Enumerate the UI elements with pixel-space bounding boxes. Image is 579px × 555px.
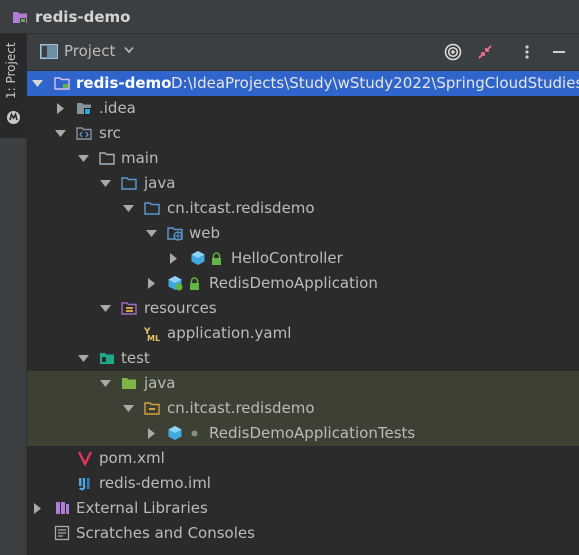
tree-row-java-test[interactable]: java xyxy=(27,371,579,396)
project-tree[interactable]: redis-demo D:\IdeaProjects\Study\wStudy2… xyxy=(27,71,579,555)
window-title: redis-demo xyxy=(35,7,131,26)
module-folder-icon xyxy=(54,77,70,90)
expanded-arrow-icon[interactable] xyxy=(123,403,134,414)
test-source-folder-icon xyxy=(122,378,136,389)
library-icon xyxy=(56,502,69,514)
tree-label-java-main: java xyxy=(144,174,176,192)
tree-row-iml[interactable]: redis-demo.iml xyxy=(27,471,579,496)
lock-icon xyxy=(190,277,199,290)
tree-label-web: web xyxy=(189,224,221,242)
collapsed-arrow-icon[interactable] xyxy=(168,253,179,264)
tree-label-app-class: RedisDemoApplication xyxy=(209,274,378,292)
scratches-icon xyxy=(54,525,70,541)
resources-folder-icon xyxy=(121,302,137,315)
tree-row-idea[interactable]: .idea xyxy=(27,96,579,121)
tree-label-idea: .idea xyxy=(99,99,136,117)
tree-row-package-main[interactable]: cn.itcast.redisdemo xyxy=(27,196,579,221)
tree-row-root[interactable]: redis-demo D:\IdeaProjects\Study\wStudy2… xyxy=(27,71,579,96)
web-package-icon xyxy=(167,227,183,241)
package-folder-icon xyxy=(144,402,160,415)
tree-row-main[interactable]: main xyxy=(27,146,579,171)
test-class-icon xyxy=(168,426,182,440)
title-bar: redis-demo xyxy=(0,0,579,34)
tree-row-src[interactable]: src xyxy=(27,121,579,146)
source-root-folder-icon xyxy=(76,127,92,140)
project-tab-icon xyxy=(7,111,20,124)
maven-file-icon xyxy=(77,451,93,466)
tree-row-test[interactable]: test xyxy=(27,346,579,371)
root-module-path: D:\IdeaProjects\Study\wStudy2022\SpringC… xyxy=(171,74,579,92)
folder-icon xyxy=(99,152,115,165)
tree-row-app-yaml[interactable]: Y ML application.yaml xyxy=(27,321,579,346)
tree-row-scratches[interactable]: Scratches and Consoles xyxy=(27,521,579,546)
tree-label-package-test: cn.itcast.redisdemo xyxy=(167,399,315,417)
yaml-file-icon: Y ML xyxy=(144,327,160,341)
expanded-arrow-icon[interactable] xyxy=(78,353,89,364)
collapsed-arrow-icon[interactable] xyxy=(146,428,157,439)
expanded-arrow-icon[interactable] xyxy=(55,128,66,139)
more-vertical-icon xyxy=(525,45,529,59)
project-folder-icon xyxy=(13,11,27,23)
idea-folder-icon xyxy=(77,103,91,115)
expanded-arrow-icon[interactable] xyxy=(123,203,134,214)
tree-label-src: src xyxy=(99,124,121,142)
tree-label-pom: pom.xml xyxy=(99,449,165,467)
expanded-arrow-icon[interactable] xyxy=(100,178,111,189)
expanded-arrow-icon[interactable] xyxy=(100,303,111,314)
svg-text:ML: ML xyxy=(147,334,160,341)
tree-label-hello-controller: HelloController xyxy=(231,249,343,267)
chevron-down-icon[interactable] xyxy=(124,46,134,54)
collapsed-arrow-icon[interactable] xyxy=(55,103,66,114)
collapse-icon xyxy=(478,45,492,59)
root-module-name: redis-demo xyxy=(76,74,172,92)
source-folder-icon xyxy=(121,177,137,190)
test-folder-icon xyxy=(100,353,114,364)
project-tool-window-header: Project xyxy=(27,34,579,71)
tree-label-test: test xyxy=(121,349,150,367)
expanded-arrow-icon[interactable] xyxy=(32,78,43,89)
hide-tool-window-button[interactable] xyxy=(550,43,568,61)
options-menu-button[interactable] xyxy=(518,43,536,61)
tree-row-hello-controller[interactable]: HelloController xyxy=(27,246,579,271)
tree-label-external-libraries: External Libraries xyxy=(76,499,208,517)
tree-label-package-main: cn.itcast.redisdemo xyxy=(167,199,315,217)
tree-label-iml: redis-demo.iml xyxy=(99,474,211,492)
iml-file-icon xyxy=(79,478,90,491)
tree-row-java-main[interactable]: java xyxy=(27,171,579,196)
tree-row-pom[interactable]: pom.xml xyxy=(27,446,579,471)
project-tab-label: 1: Project xyxy=(4,42,18,99)
target-icon xyxy=(444,43,462,61)
tree-label-scratches: Scratches and Consoles xyxy=(76,524,255,542)
spring-boot-class-icon xyxy=(168,276,183,291)
select-opened-file-button[interactable] xyxy=(444,43,462,61)
package-folder-icon xyxy=(144,202,160,215)
lock-icon xyxy=(212,252,221,265)
tree-row-resources[interactable]: resources xyxy=(27,296,579,321)
minimize-icon xyxy=(553,51,565,53)
collapse-all-button[interactable] xyxy=(476,43,494,61)
tree-row-app-class[interactable]: RedisDemoApplication xyxy=(27,271,579,296)
package-private-dot-icon xyxy=(191,430,198,437)
left-tool-strip: 1: Project xyxy=(0,34,27,555)
tree-label-main: main xyxy=(121,149,159,167)
tree-label-java-test: java xyxy=(144,374,176,392)
collapsed-arrow-icon[interactable] xyxy=(146,278,157,289)
tree-row-web[interactable]: web xyxy=(27,221,579,246)
expanded-arrow-icon[interactable] xyxy=(78,153,89,164)
tree-label-app-yaml: application.yaml xyxy=(167,324,292,342)
expanded-arrow-icon[interactable] xyxy=(100,378,111,389)
class-icon xyxy=(191,251,205,265)
project-view-selector[interactable]: Project xyxy=(64,42,115,60)
tree-label-resources: resources xyxy=(144,299,217,317)
project-tool-tab[interactable]: 1: Project xyxy=(0,34,27,138)
collapsed-arrow-icon[interactable] xyxy=(32,503,43,514)
project-view-icon xyxy=(40,44,58,59)
tree-row-test-class[interactable]: RedisDemoApplicationTests xyxy=(27,421,579,446)
tree-label-test-class: RedisDemoApplicationTests xyxy=(209,424,416,442)
tree-row-external-libraries[interactable]: External Libraries xyxy=(27,496,579,521)
expanded-arrow-icon[interactable] xyxy=(146,228,157,239)
tree-row-package-test[interactable]: cn.itcast.redisdemo xyxy=(27,396,579,421)
